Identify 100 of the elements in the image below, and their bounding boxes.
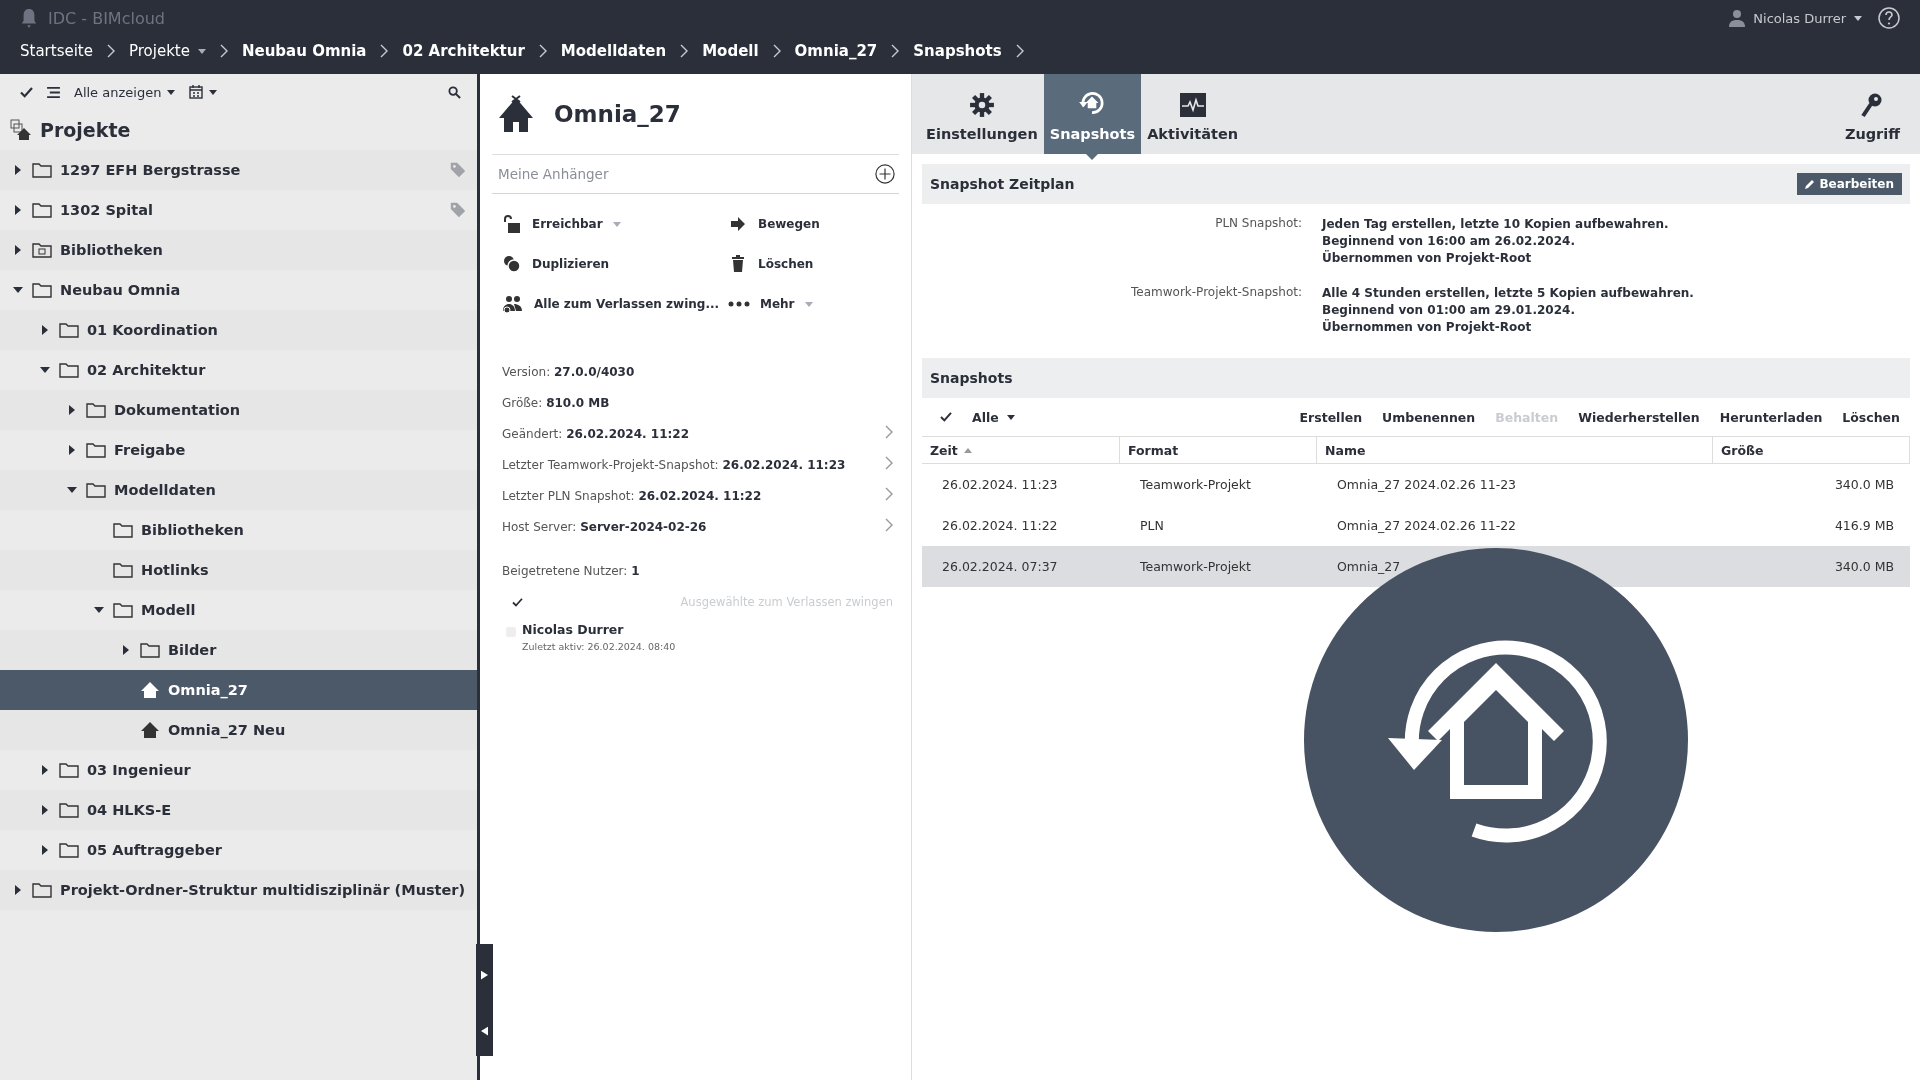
filter-dropdown[interactable]: Alle anzeigen xyxy=(74,84,176,100)
tree-item[interactable]: Hotlinks xyxy=(0,550,477,590)
breadcrumb-link[interactable]: 02 Architektur xyxy=(402,42,525,60)
action-button[interactable]: Bewegen xyxy=(728,206,899,242)
tab[interactable]: Einstellungen xyxy=(920,74,1044,154)
action-button[interactable]: Erreichbar xyxy=(502,206,728,242)
tree-item[interactable]: Omnia_27 xyxy=(0,670,477,710)
column-header[interactable]: Größe xyxy=(1713,437,1910,464)
tree-item[interactable]: 05 Auftraggeber xyxy=(0,830,477,870)
tree-item[interactable]: Omnia_27 Neu xyxy=(0,710,477,750)
user-menu[interactable]: Nicolas Durrer xyxy=(1753,10,1862,26)
table-cell: 26.02.2024. 07:37 xyxy=(922,546,1120,587)
breadcrumb-link[interactable]: Modelldaten xyxy=(560,42,667,60)
user-icon xyxy=(1729,9,1746,27)
collapsed-arrow-icon[interactable] xyxy=(67,445,77,455)
info-line: Host Server: Server-2024-02-26 xyxy=(502,519,707,534)
projects-heading: Projekte xyxy=(40,119,131,141)
column-header[interactable]: Name xyxy=(1317,437,1713,464)
tree-item[interactable]: Bilder xyxy=(0,630,477,670)
app-title: IDC - BIMcloud xyxy=(48,8,165,28)
toolbar-button[interactable]: Wiederherstellen xyxy=(1578,409,1700,425)
search-icon[interactable] xyxy=(448,85,461,99)
house-icon xyxy=(140,721,160,739)
chevron-right-icon xyxy=(891,44,900,58)
check-icon[interactable] xyxy=(512,597,523,607)
user-name: Nicolas Durrer xyxy=(522,622,625,637)
toolbar-button[interactable]: Herunterladen xyxy=(1719,409,1823,425)
bell-icon xyxy=(20,8,38,28)
action-button[interactable]: Duplizieren xyxy=(502,246,728,282)
library-folder-icon xyxy=(32,242,52,258)
tab[interactable]: Zugriff xyxy=(1824,74,1920,154)
add-icon[interactable] xyxy=(875,164,895,184)
tree-item[interactable]: Modell xyxy=(0,590,477,630)
pencil-icon xyxy=(1805,179,1816,189)
action-button[interactable]: Löschen xyxy=(728,246,899,282)
tree-item[interactable]: Bibliotheken xyxy=(0,510,477,550)
toolbar-button[interactable]: Umbenennen xyxy=(1382,409,1476,425)
tree-item[interactable]: Bibliotheken xyxy=(0,230,477,270)
tree-item[interactable]: Freigabe xyxy=(0,430,477,470)
collapsed-arrow-icon[interactable] xyxy=(40,805,50,815)
check-icon[interactable] xyxy=(940,412,952,422)
info-line: Version: 27.0.0/4030 xyxy=(502,364,635,379)
expand-arrow-icon[interactable] xyxy=(481,970,488,980)
tree-item[interactable]: 1302 Spital xyxy=(0,190,477,230)
collapsed-arrow-icon[interactable] xyxy=(13,165,23,175)
collapsed-arrow-icon[interactable] xyxy=(40,325,50,335)
collapsed-arrow-icon[interactable] xyxy=(13,205,23,215)
action-button[interactable]: Alle zum Verlassen zwing... xyxy=(502,286,728,322)
tab[interactable]: Aktivitäten xyxy=(1141,74,1245,154)
tree-item[interactable]: Projekt-Ordner-Struktur multidisziplinär (Muster) xyxy=(0,870,477,910)
collapsed-arrow-icon[interactable] xyxy=(121,645,131,655)
activity-monitor-icon xyxy=(1178,92,1207,118)
folder-icon xyxy=(59,362,79,378)
folder-icon xyxy=(140,642,160,658)
breadcrumb-link[interactable]: Neubau Omnia xyxy=(241,42,367,60)
breadcrumb-link[interactable]: Modell xyxy=(702,42,759,60)
collapsed-arrow-icon[interactable] xyxy=(40,765,50,775)
collapsed-arrow-icon[interactable] xyxy=(13,885,23,895)
breadcrumb-link[interactable]: Startseite xyxy=(20,42,93,60)
filter-dropdown[interactable]: Alle xyxy=(972,409,1015,425)
tree-item[interactable]: 04 HLKS-E xyxy=(0,790,477,830)
edit-button[interactable]: Bearbeiten xyxy=(1797,173,1902,195)
expanded-arrow-icon[interactable] xyxy=(40,365,50,375)
toolbar-button[interactable]: Erstellen xyxy=(1299,409,1363,425)
chevron-right-icon xyxy=(772,44,781,58)
list-icon[interactable] xyxy=(47,86,60,98)
caret-icon xyxy=(197,48,206,54)
table-cell-text: 340.0 MB xyxy=(1833,476,1895,494)
caret-icon xyxy=(804,301,813,307)
check-icon[interactable] xyxy=(20,86,33,98)
action-button[interactable]: Mehr xyxy=(728,286,899,322)
calendar-icon[interactable] xyxy=(189,85,204,99)
duplicate-icon xyxy=(502,254,522,274)
expanded-arrow-icon[interactable] xyxy=(67,485,77,495)
help-icon[interactable] xyxy=(1878,7,1900,29)
folder-icon xyxy=(113,562,133,578)
collapsed-arrow-icon[interactable] xyxy=(67,405,77,415)
column-header[interactable]: Zeit xyxy=(922,437,1120,464)
collapse-arrow-icon[interactable] xyxy=(481,1026,488,1036)
sort-up-icon xyxy=(963,447,972,453)
toolbar-button[interactable]: Löschen xyxy=(1842,409,1900,425)
tree-item[interactable]: 1297 EFH Bergstrasse xyxy=(0,150,477,190)
attachments-field[interactable]: Meine Anhänger xyxy=(496,165,875,183)
tree-item[interactable]: Dokumentation xyxy=(0,390,477,430)
tree-item[interactable]: Neubau Omnia xyxy=(0,270,477,310)
table-cell-text: Teamwork-Projekt xyxy=(1139,476,1252,494)
column-header[interactable]: Format xyxy=(1120,437,1317,464)
breadcrumb-link[interactable]: Omnia_27 xyxy=(794,42,878,60)
tree-item[interactable]: Modelldaten xyxy=(0,470,477,510)
tree-item[interactable]: 02 Architektur xyxy=(0,350,477,390)
folder-icon xyxy=(113,522,133,538)
folder-icon xyxy=(32,882,52,898)
expanded-arrow-icon[interactable] xyxy=(94,605,104,615)
collapsed-arrow-icon[interactable] xyxy=(40,845,50,855)
breadcrumb-link[interactable]: Projekte xyxy=(128,42,206,60)
tree-item[interactable]: 03 Ingenieur xyxy=(0,750,477,790)
tree-item[interactable]: 01 Koordination xyxy=(0,310,477,350)
expanded-arrow-icon[interactable] xyxy=(13,285,23,295)
breadcrumb-link[interactable]: Snapshots xyxy=(913,42,1002,60)
collapsed-arrow-icon[interactable] xyxy=(13,245,23,255)
